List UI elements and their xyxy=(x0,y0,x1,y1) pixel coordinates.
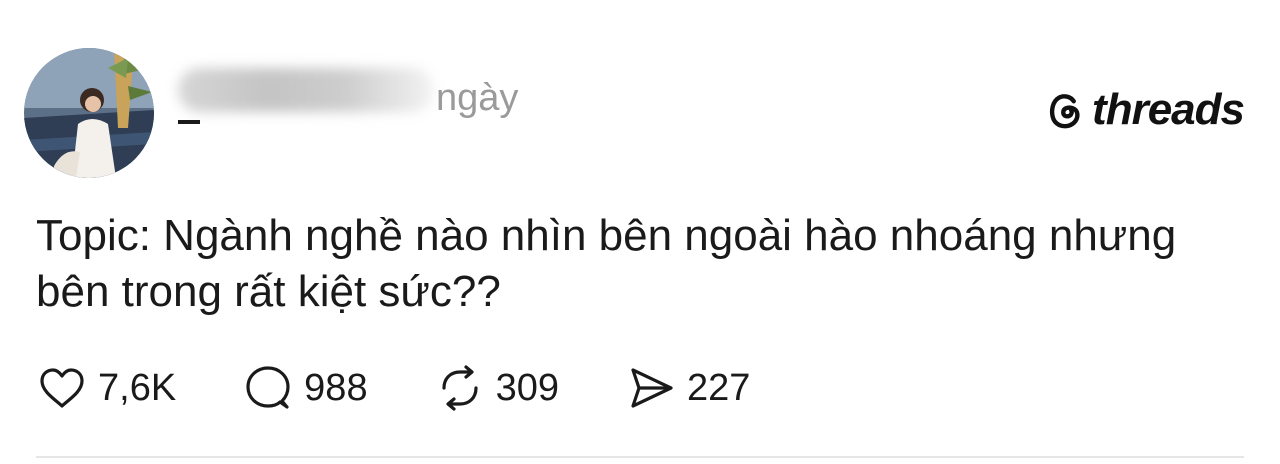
heart-icon xyxy=(40,368,84,408)
like-count: 7,6K xyxy=(98,366,177,409)
post-actions: 7,6K 988 309 227 xyxy=(36,362,816,414)
threads-wordmark: threads xyxy=(1092,85,1245,134)
avatar-image xyxy=(24,48,154,178)
repost-count: 309 xyxy=(495,366,559,409)
reply-count: 988 xyxy=(304,366,368,409)
share-button[interactable]: 227 xyxy=(625,362,750,414)
threads-post-card: ngày threads Topic: Ngành nghề nào nhìn … xyxy=(0,0,1280,464)
username-area[interactable]: ngày xyxy=(178,60,518,136)
reply-icon xyxy=(246,366,290,409)
repost-icon xyxy=(441,365,478,411)
username-visible-fragment xyxy=(178,120,200,124)
share-icon xyxy=(631,368,673,408)
reply-button[interactable]: 988 xyxy=(242,362,368,414)
repost-button[interactable]: 309 xyxy=(434,362,559,414)
share-count: 227 xyxy=(686,366,751,409)
threads-logo-icon xyxy=(1049,94,1080,129)
divider xyxy=(36,456,1244,458)
avatar[interactable] xyxy=(24,48,154,178)
post-text: Topic: Ngành nghề nào nhìn bên ngoài hào… xyxy=(36,211,1177,316)
like-button[interactable]: 7,6K xyxy=(36,362,176,414)
blurred-username xyxy=(178,68,434,112)
post-time: ngày xyxy=(436,77,519,119)
threads-branding: threads xyxy=(1044,85,1245,134)
